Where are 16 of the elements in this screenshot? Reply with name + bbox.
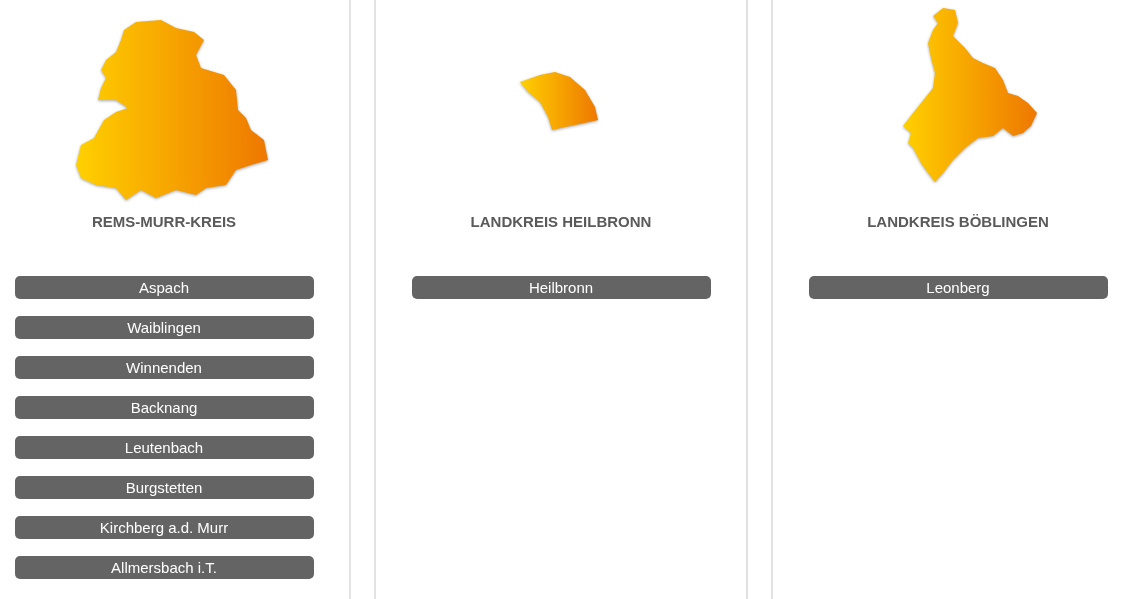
- town-button[interactable]: Aspach: [14, 276, 314, 299]
- district-title: LANDKREIS BÖBLINGEN: [867, 212, 1049, 232]
- district-map-icon: [76, 20, 268, 200]
- town-button[interactable]: Waiblingen: [14, 316, 314, 339]
- town-button[interactable]: Leutenbach: [14, 436, 314, 459]
- district-title: REMS-MURR-KREIS: [91, 212, 237, 232]
- district-map-icon: [520, 72, 598, 130]
- town-button[interactable]: Backnang: [14, 396, 314, 419]
- town-button[interactable]: Allmersbach i.T.: [14, 556, 314, 579]
- district-title: LANDKREIS HEILBRONN: [470, 212, 652, 232]
- district-map-icon: [903, 8, 1037, 182]
- town-button[interactable]: Winnenden: [14, 356, 314, 379]
- town-button[interactable]: Burgstetten: [14, 476, 314, 499]
- town-button[interactable]: Kirchberg a.d. Murr: [14, 516, 314, 539]
- town-button[interactable]: Leonberg: [808, 276, 1108, 299]
- town-button[interactable]: Heilbronn: [411, 276, 711, 299]
